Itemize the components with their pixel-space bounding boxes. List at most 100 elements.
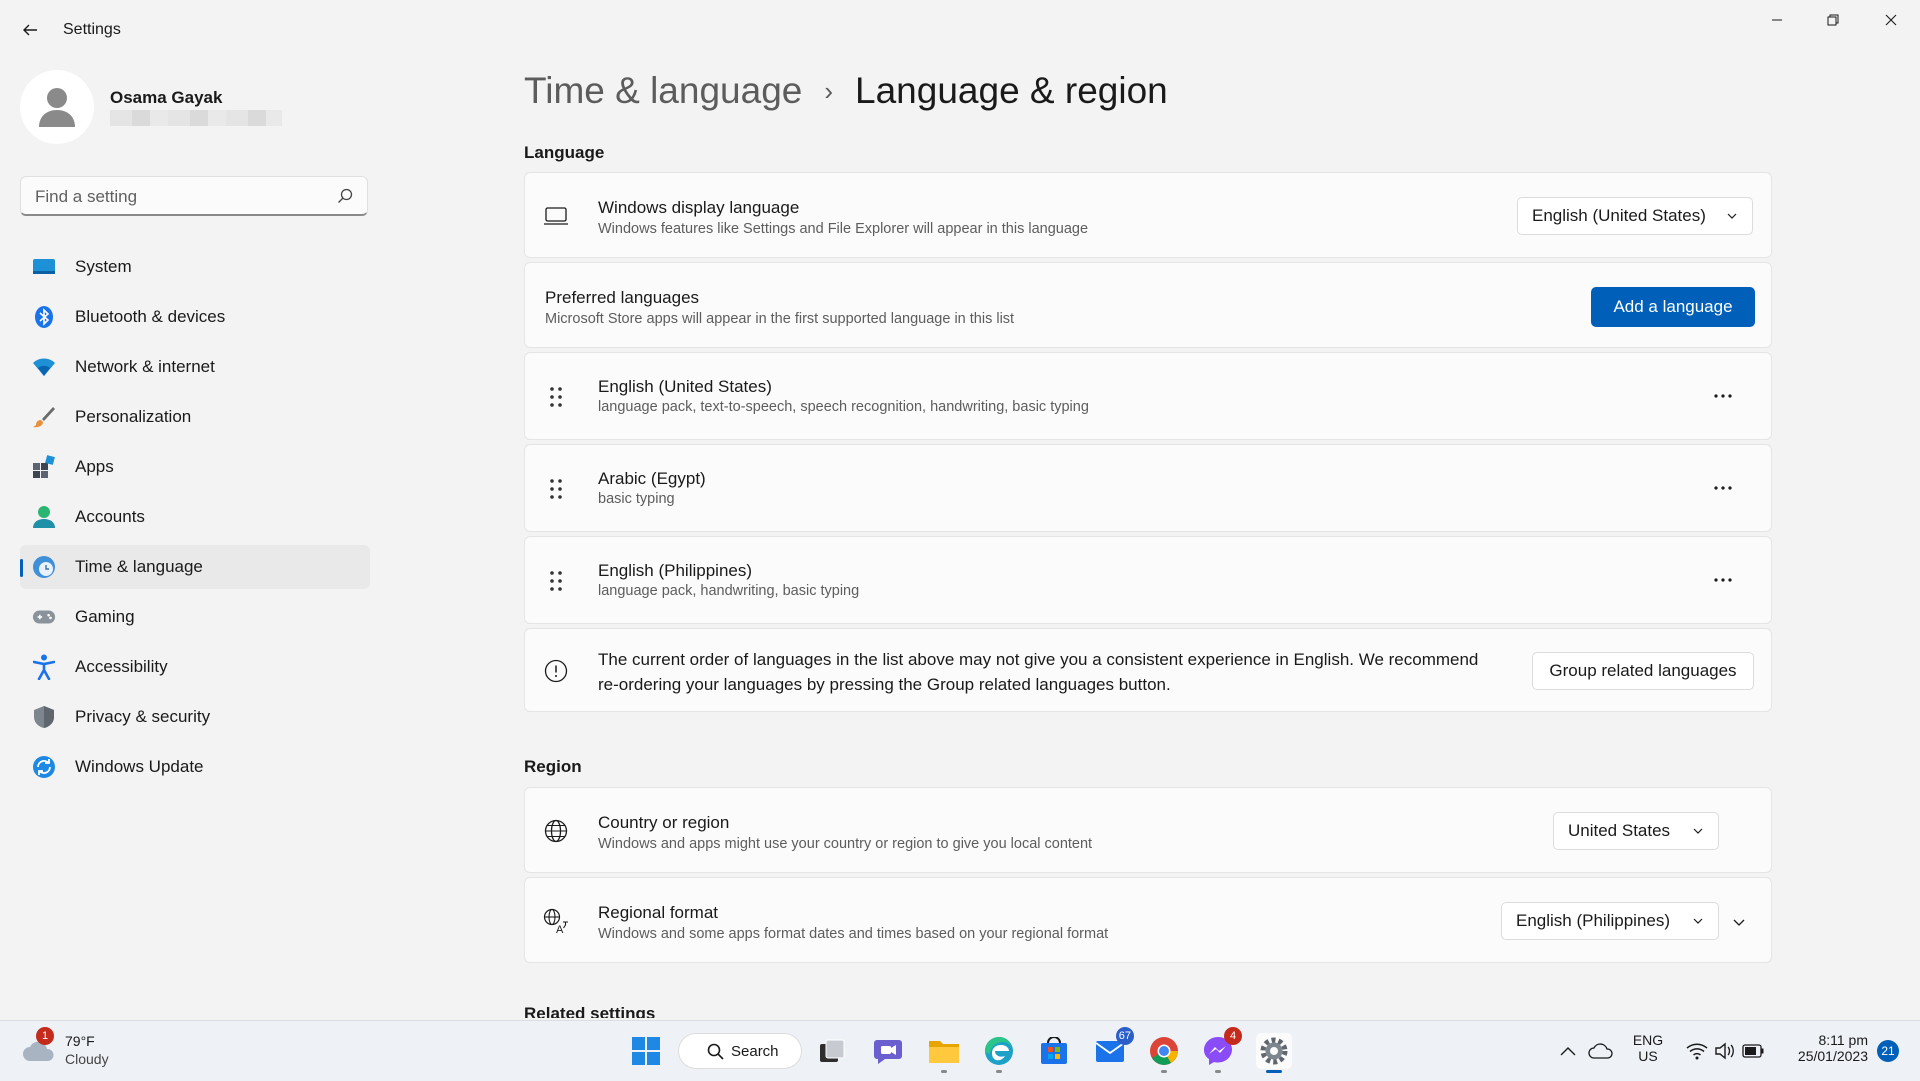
- close-button[interactable]: [1868, 6, 1914, 34]
- onedrive-button[interactable]: [1586, 1033, 1616, 1069]
- account-icon: [32, 505, 56, 529]
- sidebar-item-time-language[interactable]: Time & language: [20, 545, 370, 589]
- app-title: Settings: [63, 21, 121, 38]
- more-options-button[interactable]: [1707, 564, 1739, 596]
- language-item[interactable]: English (United States) language pack, t…: [524, 352, 1772, 440]
- display-language-card: Windows display language Windows feature…: [524, 172, 1772, 258]
- minimize-button[interactable]: [1754, 6, 1800, 34]
- mail-button[interactable]: 67: [1092, 1027, 1134, 1069]
- sidebar-item-system[interactable]: System: [20, 245, 370, 289]
- sidebar-item-accessibility[interactable]: Accessibility: [20, 645, 370, 689]
- running-indicator: [1215, 1070, 1221, 1073]
- sidebar-item-label: Windows Update: [75, 757, 204, 776]
- messenger-button[interactable]: 4: [1200, 1027, 1242, 1073]
- taskbar-search-label: Search: [731, 1042, 779, 1060]
- chrome-icon: [1150, 1037, 1178, 1065]
- info-icon: [543, 658, 569, 684]
- sidebar-item-label: System: [75, 257, 132, 276]
- drag-handle-icon[interactable]: [543, 568, 569, 594]
- task-view-button[interactable]: [814, 1033, 850, 1069]
- person-icon: [39, 88, 75, 127]
- sidebar-item-label: Network & internet: [75, 357, 215, 376]
- teams-chat-button[interactable]: [870, 1033, 906, 1069]
- weather-widget[interactable]: 1 79°F Cloudy: [22, 1027, 132, 1073]
- avatar[interactable]: [20, 70, 94, 144]
- microsoft-store-button[interactable]: [1036, 1033, 1072, 1069]
- sidebar-nav: System Bluetooth & devices Network & int…: [20, 245, 370, 795]
- user-email-redacted: [110, 110, 282, 126]
- show-hidden-icons-button[interactable]: [1556, 1033, 1580, 1069]
- sidebar-item-privacy[interactable]: Privacy & security: [20, 695, 370, 739]
- notification-center-button[interactable]: 21: [1874, 1033, 1902, 1069]
- input-language-line2: US: [1638, 1048, 1658, 1064]
- weather-temp: 79°F: [65, 1033, 95, 1049]
- display-language-dropdown[interactable]: English (United States): [1517, 197, 1753, 235]
- svg-text:A: A: [556, 924, 564, 934]
- language-name: English (Philippines): [598, 561, 753, 580]
- language-order-warning-card: The current order of languages in the li…: [524, 628, 1772, 712]
- edge-button[interactable]: [981, 1033, 1017, 1073]
- expand-button[interactable]: [1727, 910, 1751, 934]
- country-region-value: United States: [1568, 821, 1671, 840]
- file-explorer-button[interactable]: [926, 1033, 962, 1073]
- user-name: Osama Gayak: [110, 88, 223, 107]
- section-title-language: Language: [524, 143, 605, 162]
- more-icon: [1714, 486, 1732, 490]
- time-language-icon: [32, 555, 56, 579]
- drag-handle-icon[interactable]: [543, 476, 569, 502]
- clock-time: 8:11 pm: [1818, 1032, 1868, 1048]
- sidebar-item-personalization[interactable]: Personalization: [20, 395, 370, 439]
- sidebar-item-windows-update[interactable]: Windows Update: [20, 745, 370, 789]
- input-language-line1: ENG: [1632, 1032, 1664, 1048]
- bluetooth-icon: [32, 305, 56, 329]
- start-button[interactable]: [628, 1033, 664, 1069]
- language-features: basic typing: [598, 491, 675, 507]
- preferred-languages-subtitle: Microsoft Store apps will appear in the …: [545, 311, 1015, 327]
- breadcrumb-parent[interactable]: Time & language: [524, 70, 802, 112]
- settings-button[interactable]: [1256, 1033, 1292, 1073]
- taskbar-search[interactable]: Search: [678, 1033, 802, 1069]
- display-language-subtitle: Windows features like Settings and File …: [598, 221, 1089, 237]
- quick-settings-button[interactable]: [1680, 1033, 1770, 1069]
- sidebar-item-apps[interactable]: Apps: [20, 445, 370, 489]
- sidebar-item-gaming[interactable]: Gaming: [20, 595, 370, 639]
- more-options-button[interactable]: [1707, 380, 1739, 412]
- country-region-title: Country or region: [598, 813, 730, 832]
- chevron-up-icon: [1560, 1047, 1576, 1056]
- add-language-button[interactable]: Add a language: [1591, 287, 1755, 327]
- language-item[interactable]: Arabic (Egypt) basic typing: [524, 444, 1772, 532]
- accessibility-icon: [32, 654, 56, 680]
- sidebar-item-bluetooth[interactable]: Bluetooth & devices: [20, 295, 370, 339]
- sidebar-item-label: Bluetooth & devices: [75, 307, 226, 326]
- back-button[interactable]: [16, 16, 44, 44]
- regional-format-dropdown[interactable]: English (Philippines): [1501, 902, 1719, 940]
- sidebar-item-label: Accessibility: [75, 657, 168, 676]
- search-box[interactable]: [20, 176, 368, 217]
- search-input[interactable]: [33, 177, 337, 217]
- chrome-button[interactable]: [1146, 1033, 1182, 1073]
- language-item[interactable]: English (Philippines) language pack, han…: [524, 536, 1772, 624]
- regional-format-icon: A: [543, 908, 569, 934]
- preferred-languages-card: Preferred languages Microsoft Store apps…: [524, 262, 1772, 348]
- folder-icon: [929, 1041, 959, 1063]
- drag-handle-icon[interactable]: [543, 384, 569, 410]
- running-indicator: [941, 1070, 947, 1073]
- language-name: English (United States): [598, 377, 772, 396]
- onedrive-cloud-icon: [1588, 1043, 1613, 1059]
- sidebar-item-label: Privacy & security: [75, 707, 211, 726]
- input-language-indicator[interactable]: ENG US: [1628, 1032, 1668, 1064]
- sidebar-item-label: Personalization: [75, 407, 192, 426]
- regional-format-card[interactable]: A Regional format Windows and some apps …: [524, 877, 1772, 963]
- more-options-button[interactable]: [1707, 472, 1739, 504]
- regional-format-value: English (Philippines): [1516, 911, 1671, 930]
- clock[interactable]: 8:11 pm 25/01/2023: [1778, 1032, 1868, 1064]
- sidebar-item-label: Time & language: [75, 557, 203, 576]
- sidebar-item-network[interactable]: Network & internet: [20, 345, 370, 389]
- restore-button[interactable]: [1810, 6, 1856, 34]
- search-icon: [707, 1043, 724, 1060]
- sidebar-item-accounts[interactable]: Accounts: [20, 495, 370, 539]
- group-related-languages-button[interactable]: Group related languages: [1532, 652, 1754, 690]
- back-arrow-icon: [23, 24, 37, 36]
- notification-count-badge: 21: [1877, 1040, 1899, 1062]
- country-region-dropdown[interactable]: United States: [1553, 812, 1719, 850]
